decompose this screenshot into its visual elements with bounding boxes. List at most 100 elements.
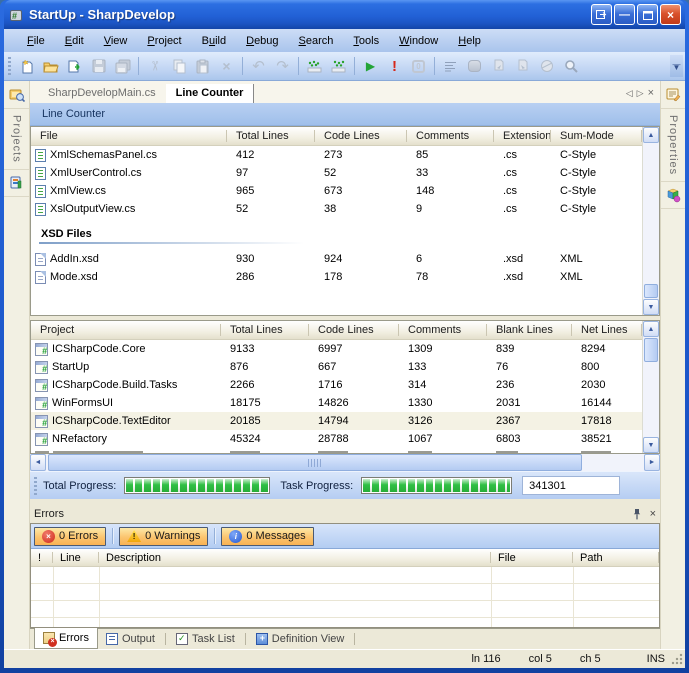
warnings-filter-button[interactable]: ! 0 Warnings [119, 527, 208, 546]
column-header-path[interactable]: Path [573, 549, 659, 566]
table-row[interactable]: ICSharpCode.Core 9133 6997 1309 839 8294 [31, 340, 642, 358]
scroll-right-icon[interactable]: ► [644, 454, 660, 471]
errors-filter-button[interactable]: × 0 Errors [34, 527, 106, 546]
column-header-sum-mode[interactable]: Sum-Mode [551, 127, 642, 145]
convert-back-icon[interactable] [511, 55, 534, 77]
errors-list-empty[interactable] [31, 567, 659, 627]
table-row[interactable]: StartUp 876 667 133 76 800 [31, 358, 642, 376]
menu-item-file[interactable]: File [18, 32, 54, 50]
column-header-total-lines[interactable]: Total Lines [227, 127, 315, 145]
menu-item-edit[interactable]: Edit [56, 32, 93, 50]
close-button[interactable]: × [660, 4, 681, 25]
table-row[interactable]: XmlSchemasPanel.cs 412 273 85 .cs C-Styl… [31, 146, 642, 164]
save-icon[interactable] [87, 55, 110, 77]
toolbar-overflow-icon[interactable]: —▼ [670, 55, 683, 77]
open-file-icon[interactable] [63, 55, 86, 77]
table-row[interactable]: XmlView.cs 965 673 148 .cs C-Style [31, 182, 642, 200]
table-row[interactable]: XmlUserControl.cs 97 52 33 .cs C-Style [31, 164, 642, 182]
pin-icon[interactable] [632, 508, 642, 520]
scroll-down-icon[interactable]: ▼ [643, 299, 659, 315]
column-header-comments[interactable]: Comments [407, 127, 494, 145]
sidebar-item-projects[interactable] [4, 81, 29, 109]
column-header-code-lines[interactable]: Code Lines [315, 127, 407, 145]
table-row[interactable]: XslOutputView.cs 52 38 9 .cs C-Style [31, 200, 642, 218]
menu-item-help[interactable]: Help [449, 32, 490, 50]
files-vertical-scrollbar[interactable]: ▲ ▼ [642, 127, 659, 315]
copy-icon[interactable] [167, 55, 190, 77]
convert-forward-icon[interactable] [487, 55, 510, 77]
projects-vertical-scrollbar[interactable]: ▲ ▼ [642, 321, 659, 453]
sidebar-label-projects[interactable]: Projects [11, 109, 23, 169]
delete-icon[interactable]: × [215, 55, 238, 77]
scroll-down-icon[interactable]: ▼ [643, 437, 659, 453]
save-all-icon[interactable] [111, 55, 134, 77]
menu-item-window[interactable]: Window [390, 32, 447, 50]
search-icon[interactable] [559, 55, 582, 77]
column-header-comments[interactable]: Comments [399, 321, 487, 339]
sidebar-item-properties[interactable] [661, 81, 685, 109]
tab-errors[interactable]: Errors [34, 628, 98, 649]
new-file-icon[interactable] [15, 55, 38, 77]
horizontal-scrollbar[interactable]: ◄ ► [30, 454, 660, 471]
tab-scroll-right-icon[interactable]: ▷ [637, 88, 644, 99]
column-header-code-lines[interactable]: Code Lines [309, 321, 399, 339]
redo-icon[interactable]: ↷ [271, 55, 294, 77]
stop-icon[interactable]: 0 [407, 55, 430, 77]
maximize-button[interactable] [637, 4, 658, 25]
abort-icon[interactable]: ! [383, 55, 406, 77]
strip-grip[interactable] [34, 477, 37, 495]
tab-line-counter[interactable]: Line Counter [166, 84, 255, 103]
tab-sharpdevelopmain[interactable]: SharpDevelopMain.cs [38, 84, 166, 103]
menu-item-project[interactable]: Project [138, 32, 190, 50]
run-icon[interactable]: ▶ [359, 55, 382, 77]
table-row[interactable]: ICSharpCode.Build.Tasks 2266 1716 314 23… [31, 376, 642, 394]
open-folder-icon[interactable] [39, 55, 62, 77]
column-header-description[interactable]: Description [99, 549, 491, 566]
paste-icon[interactable] [191, 55, 214, 77]
column-header-severity[interactable]: ! [31, 549, 53, 566]
table-row[interactable]: NRefactory 45324 28788 1067 6803 38521 [31, 430, 642, 448]
tab-output[interactable]: Output [98, 629, 163, 649]
minimize-button[interactable]: — [614, 4, 635, 25]
column-header-project[interactable]: Project [31, 321, 221, 339]
comment-region-icon[interactable] [303, 55, 326, 77]
sidebar-item-classes[interactable] [4, 169, 29, 197]
column-header-file[interactable]: File [31, 127, 227, 145]
tab-definition-view[interactable]: Definition View [248, 629, 353, 649]
tab-scroll-left-icon[interactable]: ◁ [626, 88, 633, 99]
column-header-blank-lines[interactable]: Blank Lines [487, 321, 572, 339]
sidebar-item-tools[interactable] [661, 181, 685, 209]
table-row[interactable]: AddIn.xsd 930 924 6 .xsd XML [31, 250, 642, 268]
menu-item-debug[interactable]: Debug [237, 32, 287, 50]
scroll-left-icon[interactable]: ◄ [30, 454, 46, 471]
table-row[interactable]: Mode.xsd 286 178 78 .xsd XML [31, 268, 642, 286]
uncomment-region-icon[interactable] [327, 55, 350, 77]
menu-item-view[interactable]: View [95, 32, 137, 50]
column-header-extension[interactable]: Extension [494, 127, 551, 145]
resize-grip[interactable] [671, 653, 683, 665]
scrollbar-thumb[interactable] [48, 454, 582, 471]
sort-lines-icon[interactable] [439, 55, 462, 77]
menu-item-build[interactable]: Build [193, 32, 235, 50]
rounded-tool-icon[interactable] [463, 55, 486, 77]
tab-task-list[interactable]: Task List [168, 629, 243, 649]
messages-filter-button[interactable]: i 0 Messages [221, 527, 313, 546]
tab-close-icon[interactable]: × [648, 87, 654, 99]
dock-button[interactable] [591, 4, 612, 25]
undo-icon[interactable]: ↶ [247, 55, 270, 77]
sidebar-label-properties[interactable]: Properties [667, 109, 679, 181]
scrollbar-thumb[interactable] [644, 338, 658, 362]
column-header-file[interactable]: File [491, 549, 573, 566]
scroll-up-icon[interactable]: ▲ [643, 127, 659, 143]
column-header-total-lines[interactable]: Total Lines [221, 321, 309, 339]
menu-item-search[interactable]: Search [290, 32, 343, 50]
menu-item-tools[interactable]: Tools [344, 32, 388, 50]
browse-disabled-icon[interactable] [535, 55, 558, 77]
close-pad-icon[interactable]: × [650, 508, 656, 520]
column-header-net-lines[interactable]: Net Lines [572, 321, 642, 339]
toolbar-grip[interactable] [8, 57, 11, 75]
table-row-selected[interactable]: ICSharpCode.TextEditor 20185 14794 3126 … [31, 412, 642, 430]
cut-icon[interactable]: ✂ [143, 55, 166, 77]
scroll-up-icon[interactable]: ▲ [643, 321, 659, 337]
scrollbar-thumb[interactable] [644, 284, 658, 298]
